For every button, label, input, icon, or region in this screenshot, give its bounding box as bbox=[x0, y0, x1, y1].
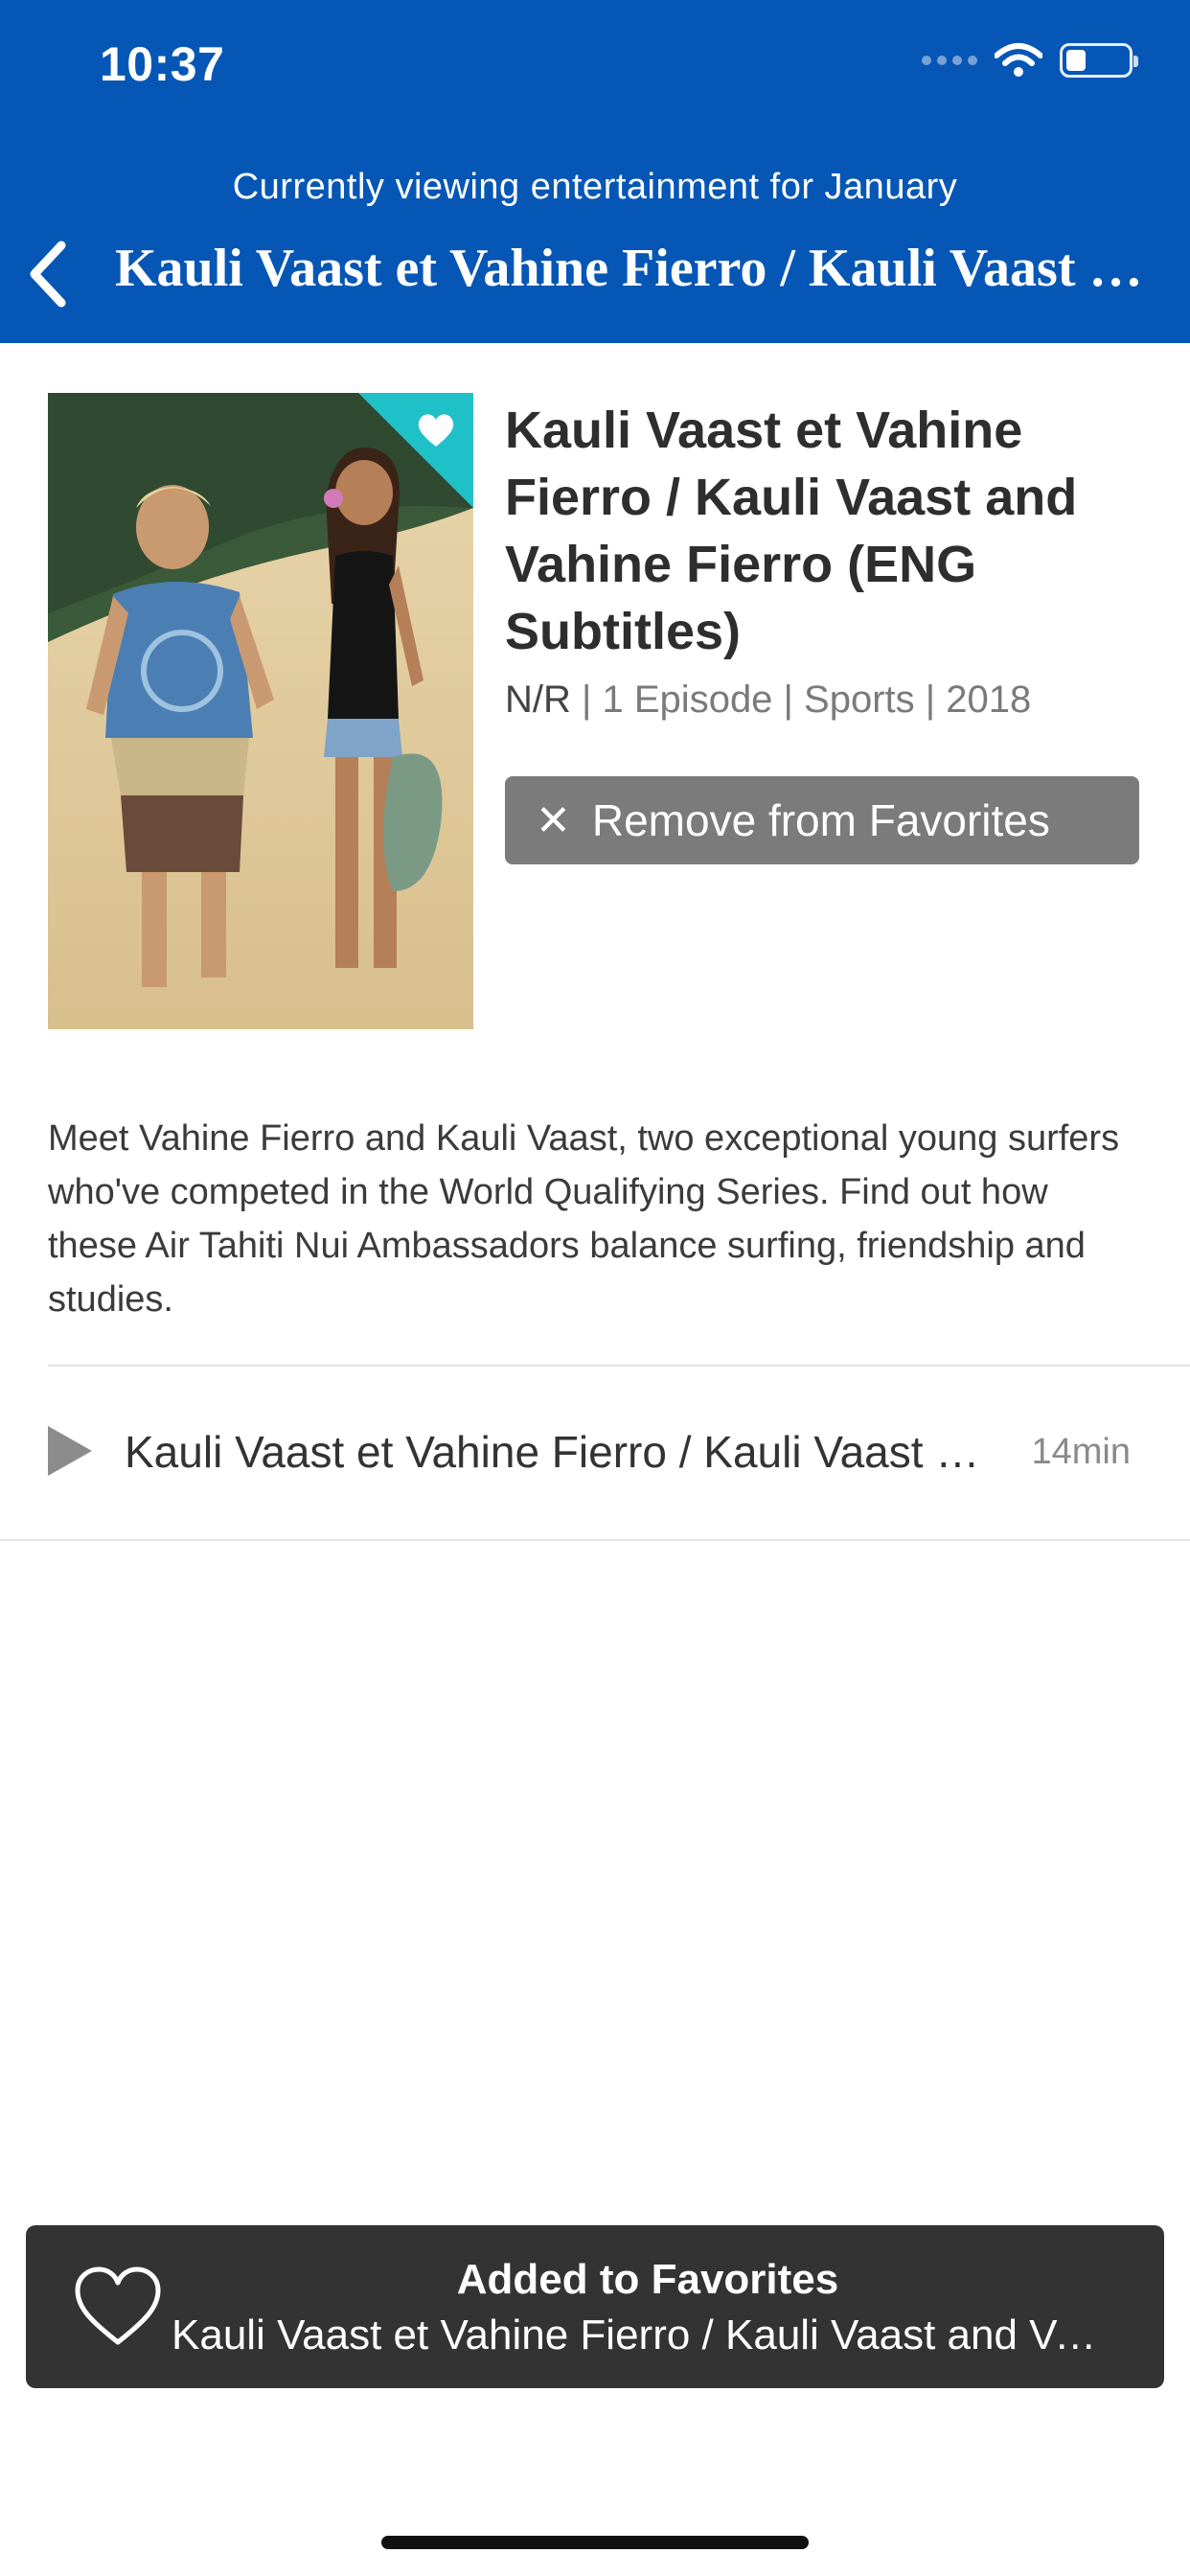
home-indicator[interactable] bbox=[381, 2536, 809, 2549]
program-meta: N/R | 1 Episode | Sports | 2018 bbox=[505, 678, 1031, 722]
program-description: Meet Vahine Fierro and Kauli Vaast, two … bbox=[48, 1118, 1120, 1320]
viewing-period-note: Currently viewing entertainment for Janu… bbox=[232, 167, 958, 207]
episode-duration: 14min bbox=[1031, 1432, 1132, 1472]
program-title: Kauli Vaast et Vahine Fierro / Kauli Vaa… bbox=[505, 402, 1078, 660]
favorite-badge-heart-icon bbox=[358, 393, 473, 508]
remove-from-favorites-button[interactable]: ✕ Remove from Favorites bbox=[505, 776, 1139, 864]
favorites-toast: Added to Favorites Kauli Vaast et Vahine… bbox=[26, 2225, 1164, 2388]
wifi-icon bbox=[995, 43, 1042, 77]
episode-row[interactable]: Kauli Vaast et Vahine Fierro / Kauli Vaa… bbox=[0, 1367, 1190, 1539]
status-icons bbox=[922, 42, 1138, 79]
meta-info: | 1 Episode | Sports | 2018 bbox=[582, 678, 1032, 721]
play-icon bbox=[48, 1426, 92, 1476]
status-time: 10:37 bbox=[100, 37, 225, 91]
battery-icon bbox=[1060, 43, 1138, 78]
rating-label: N/R bbox=[505, 678, 571, 721]
app-header: 10:37 Currently viewing entertainment fo… bbox=[0, 0, 1190, 343]
toast-subtitle: Kauli Vaast et Vahine Fierro / Kauli Vaa… bbox=[172, 2312, 1116, 2358]
back-chevron-icon[interactable] bbox=[21, 236, 75, 312]
heart-outline-icon bbox=[75, 2266, 161, 2345]
divider bbox=[0, 1539, 1190, 1541]
nav-title: Kauli Vaast et Vahine Fierro / Kauli Vaa… bbox=[115, 239, 1159, 298]
episode-title: Kauli Vaast et Vahine Fierro / Kauli Vaa… bbox=[125, 1427, 987, 1477]
close-icon: ✕ bbox=[536, 796, 571, 844]
poster-image[interactable] bbox=[48, 393, 473, 1029]
cellular-signal-icon bbox=[922, 56, 977, 65]
remove-button-label: Remove from Favorites bbox=[591, 795, 1050, 845]
toast-heading: Added to Favorites bbox=[456, 2256, 839, 2303]
